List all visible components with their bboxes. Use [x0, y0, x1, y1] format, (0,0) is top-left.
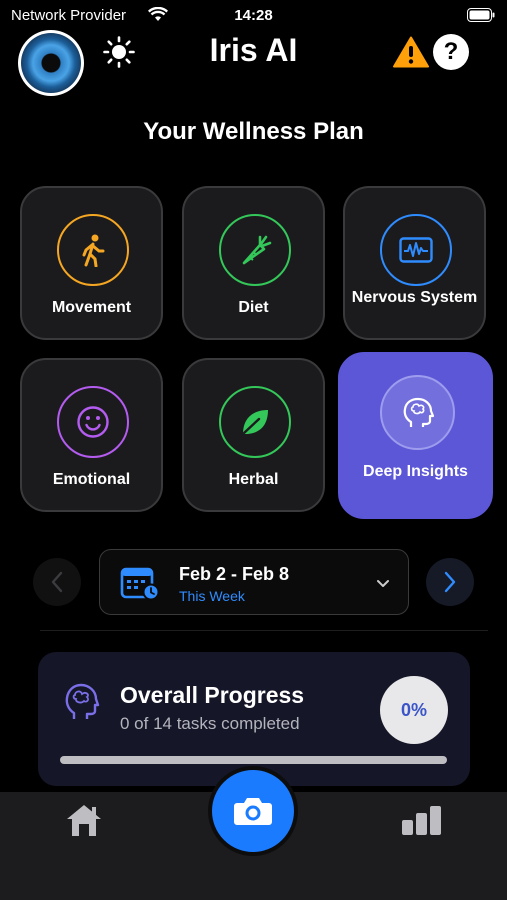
app-title: Iris AI	[209, 32, 298, 68]
waveform-monitor-icon	[380, 214, 452, 286]
stats-icon[interactable]	[400, 804, 444, 841]
calendar-icon	[120, 565, 160, 606]
progress-subtitle: 0 of 14 tasks completed	[120, 714, 300, 733]
walking-icon	[57, 214, 129, 286]
chevron-right-icon	[444, 571, 456, 593]
warning-icon[interactable]	[393, 36, 429, 73]
next-week-button[interactable]	[426, 558, 474, 606]
tile-emotional[interactable]: Emotional	[20, 358, 163, 512]
tile-label: Herbal	[228, 471, 279, 488]
tile-label: Emotional	[52, 471, 131, 488]
leaf-icon	[219, 386, 291, 458]
brain-head-icon	[380, 375, 455, 450]
week-selector[interactable]: Feb 2 - Feb 8 This Week	[99, 549, 409, 615]
camera-button[interactable]	[208, 766, 298, 856]
brain-head-icon	[64, 682, 100, 727]
camera-icon	[234, 798, 272, 825]
tile-label: Diet	[238, 299, 269, 316]
tile-label: Deep Insights	[363, 463, 468, 480]
tile-movement[interactable]: Movement	[20, 186, 163, 340]
tile-herbal[interactable]: Herbal	[182, 358, 325, 512]
tile-diet[interactable]: Diet	[182, 186, 325, 340]
help-icon[interactable]: ?	[433, 34, 469, 70]
chevron-down-icon	[376, 575, 390, 593]
progress-bar	[60, 756, 447, 764]
carrot-icon	[219, 214, 291, 286]
tile-deep-insights[interactable]: Deep Insights	[338, 352, 493, 519]
tile-nervous-system[interactable]: Nervous System	[343, 186, 486, 340]
status-bar: Network Provider 14:28	[0, 0, 507, 30]
home-icon[interactable]	[64, 802, 104, 843]
chevron-left-icon	[51, 571, 63, 593]
battery-icon	[467, 8, 495, 26]
status-time: 14:28	[234, 7, 273, 24]
tile-label: Movement	[51, 299, 132, 316]
plan-title: Your Wellness Plan	[143, 118, 364, 145]
previous-week-button[interactable]	[33, 558, 81, 606]
smiley-icon	[57, 386, 129, 458]
week-range: Feb 2 - Feb 8	[179, 564, 290, 584]
tile-label: Nervous System	[351, 289, 478, 306]
progress-percent: 0%	[380, 676, 448, 744]
divider	[40, 630, 488, 631]
week-subtitle: This Week	[179, 588, 245, 604]
progress-title: Overall Progress	[120, 682, 305, 708]
